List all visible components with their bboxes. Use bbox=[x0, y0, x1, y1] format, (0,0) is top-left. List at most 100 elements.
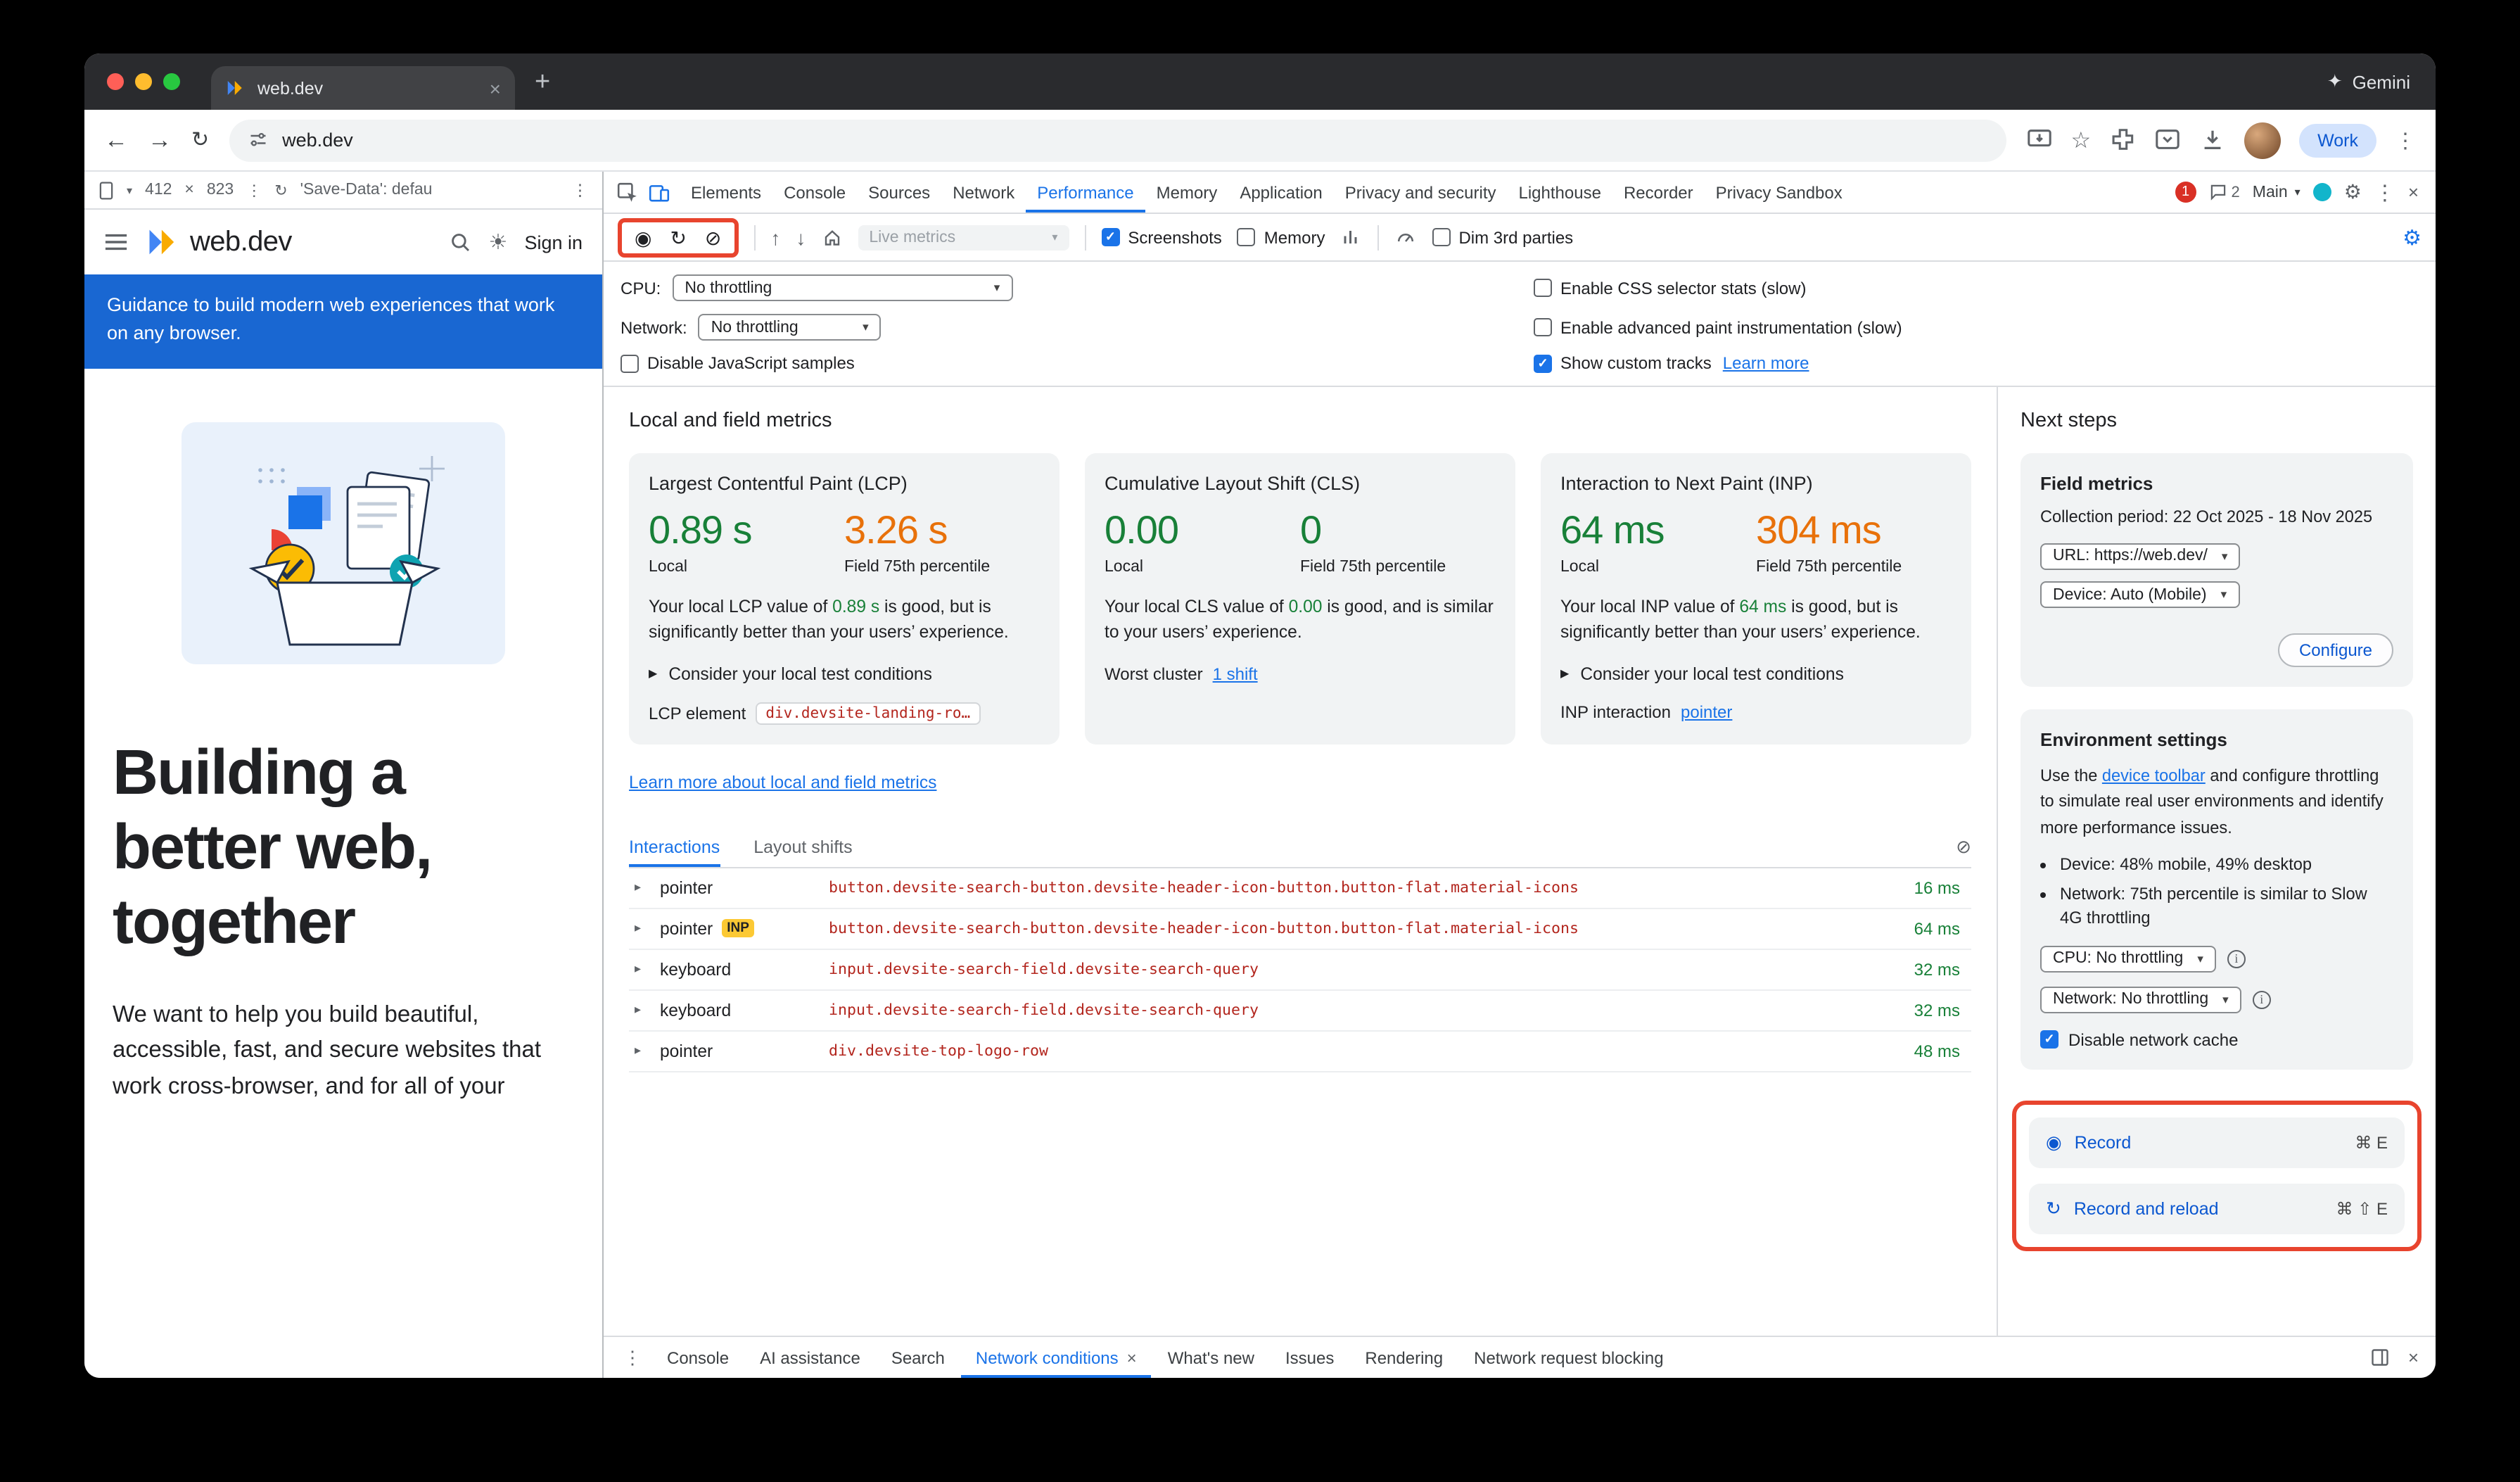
env-network-select[interactable]: Network: No throttling ▾ bbox=[2040, 987, 2241, 1013]
drawer-tab-issues[interactable]: Issues bbox=[1271, 1337, 1348, 1378]
search-icon[interactable] bbox=[450, 231, 472, 253]
test-conditions-expander[interactable]: ▶ Consider your local test conditions bbox=[1560, 664, 1952, 684]
configure-button[interactable]: Configure bbox=[2278, 633, 2393, 667]
dim-3rd-parties-checkbox[interactable]: Dim 3rd parties bbox=[1432, 227, 1573, 247]
clear-interactions-icon[interactable]: ⊘ bbox=[1956, 837, 1971, 859]
close-window-button[interactable] bbox=[107, 73, 124, 90]
drawer-tab-network-conditions[interactable]: Network conditions × bbox=[962, 1337, 1151, 1378]
css-selector-stats-checkbox[interactable]: Enable CSS selector stats (slow) bbox=[1534, 278, 1806, 298]
tab-interactions[interactable]: Interactions bbox=[629, 829, 720, 867]
row-expand-icon[interactable]: ▸ bbox=[635, 962, 649, 977]
info-icon[interactable] bbox=[2227, 950, 2246, 968]
device-bar-more-icon[interactable]: ⋮ bbox=[572, 180, 588, 200]
device-height-field[interactable]: 823 bbox=[207, 182, 234, 198]
tab-memory[interactable]: Memory bbox=[1145, 172, 1229, 213]
screenshots-checkbox[interactable]: Screenshots bbox=[1101, 227, 1221, 247]
tab-elements[interactable]: Elements bbox=[680, 172, 772, 213]
devtools-menu-icon[interactable]: ⋮ bbox=[2374, 179, 2395, 205]
capture-settings-gear-icon[interactable]: ⚙ bbox=[2403, 224, 2422, 250]
drawer-tab-rendering[interactable]: Rendering bbox=[1351, 1337, 1457, 1378]
drawer-tab-search[interactable]: Search bbox=[877, 1337, 959, 1378]
table-row[interactable]: ▸ keyboard input.devsite-search-field.de… bbox=[629, 991, 1971, 1032]
lcp-element-chip[interactable]: div.devsite-landing-row-ite… bbox=[756, 702, 981, 725]
field-url-select[interactable]: URL: https://web.dev/ ▾ bbox=[2040, 543, 2240, 569]
disable-cache-checkbox[interactable]: Disable network cache bbox=[2040, 1030, 2393, 1050]
tab-application[interactable]: Application bbox=[1228, 172, 1333, 213]
record-row[interactable]: ◉ Record ⌘ E bbox=[2029, 1117, 2405, 1168]
back-button[interactable]: ← bbox=[104, 128, 128, 152]
row-expand-icon[interactable]: ▸ bbox=[635, 1044, 649, 1059]
table-row[interactable]: ▸ pointer div.devsite-top-logo-row 48 ms bbox=[629, 1032, 1971, 1072]
row-expand-icon[interactable]: ▸ bbox=[635, 921, 649, 937]
new-tab-button[interactable]: + bbox=[535, 68, 550, 95]
record-reload-row[interactable]: ↻ Record and reload ⌘ ⇧ E bbox=[2029, 1184, 2405, 1234]
device-toolbar-link[interactable]: device toolbar bbox=[2102, 766, 2206, 785]
sign-in-link[interactable]: Sign in bbox=[524, 232, 583, 253]
tab-sources[interactable]: Sources bbox=[857, 172, 941, 213]
test-conditions-expander[interactable]: ▶ Consider your local test conditions bbox=[649, 664, 1040, 684]
env-cpu-select[interactable]: CPU: No throttling ▾ bbox=[2040, 946, 2216, 973]
theme-toggle-icon[interactable]: ☀ bbox=[489, 229, 508, 255]
tab-layout-shifts[interactable]: Layout shifts bbox=[753, 829, 852, 867]
table-row[interactable]: ▸ pointer button.devsite-search-button.d… bbox=[629, 868, 1971, 909]
record-reload-button[interactable]: ↻ bbox=[670, 227, 686, 247]
extensions-puzzle-icon[interactable] bbox=[2109, 127, 2136, 153]
gauge-icon[interactable] bbox=[1394, 227, 1416, 248]
drawer-close-icon[interactable]: × bbox=[2408, 1347, 2419, 1368]
home-icon[interactable] bbox=[821, 227, 842, 248]
device-select-icon[interactable] bbox=[98, 181, 114, 199]
message-badge[interactable]: 2 bbox=[2209, 183, 2240, 201]
upload-profile-icon[interactable]: ↑ bbox=[770, 227, 780, 247]
history-select[interactable]: Live metrics ▾ bbox=[858, 224, 1069, 250]
rotate-icon[interactable]: ↻ bbox=[274, 181, 287, 199]
minimize-window-button[interactable] bbox=[135, 73, 152, 90]
row-expand-icon[interactable]: ▸ bbox=[635, 880, 649, 896]
install-icon[interactable] bbox=[2025, 127, 2052, 153]
save-profile-icon[interactable]: ↓ bbox=[796, 227, 806, 247]
device-select-caret-icon[interactable]: ▾ bbox=[127, 184, 132, 196]
drawer-menu-icon[interactable]: ⋮ bbox=[615, 1346, 650, 1369]
zoom-window-button[interactable] bbox=[163, 73, 180, 90]
tab-console[interactable]: Console bbox=[772, 172, 857, 213]
memory-checkbox[interactable]: Memory bbox=[1237, 227, 1325, 247]
tab-privacy-security[interactable]: Privacy and security bbox=[1334, 172, 1508, 213]
gemini-label[interactable]: ✦ Gemini bbox=[2327, 70, 2410, 93]
profile-avatar[interactable] bbox=[2244, 122, 2281, 158]
bookmark-star-icon[interactable]: ☆ bbox=[2070, 126, 2091, 154]
tab-recorder[interactable]: Recorder bbox=[1612, 172, 1705, 213]
dock-panel-icon[interactable] bbox=[2370, 1347, 2391, 1368]
tab-lighthouse[interactable]: Lighthouse bbox=[1508, 172, 1612, 213]
work-profile-button[interactable]: Work bbox=[2299, 123, 2376, 157]
worst-cluster-link[interactable]: 1 shift bbox=[1213, 664, 1258, 684]
site-settings-icon[interactable] bbox=[247, 129, 268, 151]
advanced-paint-checkbox[interactable]: Enable advanced paint instrumentation (s… bbox=[1534, 317, 1902, 337]
drawer-tab-console[interactable]: Console bbox=[653, 1337, 743, 1378]
forward-button[interactable]: → bbox=[148, 128, 172, 152]
clear-button[interactable]: ⊘ bbox=[705, 227, 721, 247]
tab-performance[interactable]: Performance bbox=[1026, 172, 1145, 213]
tab-close-icon[interactable]: × bbox=[490, 77, 501, 99]
device-toolbar-icon[interactable] bbox=[647, 181, 671, 203]
inspect-icon[interactable] bbox=[616, 181, 639, 203]
menu-icon[interactable] bbox=[104, 232, 128, 252]
show-custom-tracks-checkbox[interactable]: Show custom tracks bbox=[1534, 353, 1712, 373]
drawer-tab-network-request-blocking[interactable]: Network request blocking bbox=[1460, 1337, 1677, 1378]
save-data-select[interactable]: 'Save-Data': defau bbox=[300, 182, 433, 198]
table-row[interactable]: ▸ pointer INP button.devsite-search-butt… bbox=[629, 909, 1971, 950]
cpu-throttle-select[interactable]: No throttling ▾ bbox=[672, 274, 1012, 301]
zoom-select-icon[interactable]: ⋮ bbox=[246, 181, 262, 199]
inp-interaction-link[interactable]: pointer bbox=[1681, 702, 1732, 722]
drawer-tab-ai-assistance[interactable]: AI assistance bbox=[746, 1337, 874, 1378]
row-expand-icon[interactable]: ▸ bbox=[635, 1003, 649, 1018]
drawer-tab-close-icon[interactable]: × bbox=[1127, 1348, 1137, 1367]
network-throttle-select[interactable]: No throttling ▾ bbox=[699, 314, 882, 341]
browser-tab[interactable]: web.dev × bbox=[211, 66, 515, 110]
device-width-field[interactable]: 412 bbox=[145, 182, 172, 198]
info-icon[interactable] bbox=[2253, 991, 2271, 1009]
devtools-close-icon[interactable]: × bbox=[2408, 182, 2419, 203]
settings-gear-icon[interactable]: ⚙ bbox=[2344, 180, 2362, 204]
disable-js-samples-checkbox[interactable]: Disable JavaScript samples bbox=[621, 353, 855, 373]
status-dot-icon[interactable] bbox=[2313, 183, 2331, 201]
address-bar[interactable]: web.dev bbox=[229, 119, 2006, 161]
main-context-select[interactable]: Main ▾ bbox=[2253, 184, 2301, 201]
